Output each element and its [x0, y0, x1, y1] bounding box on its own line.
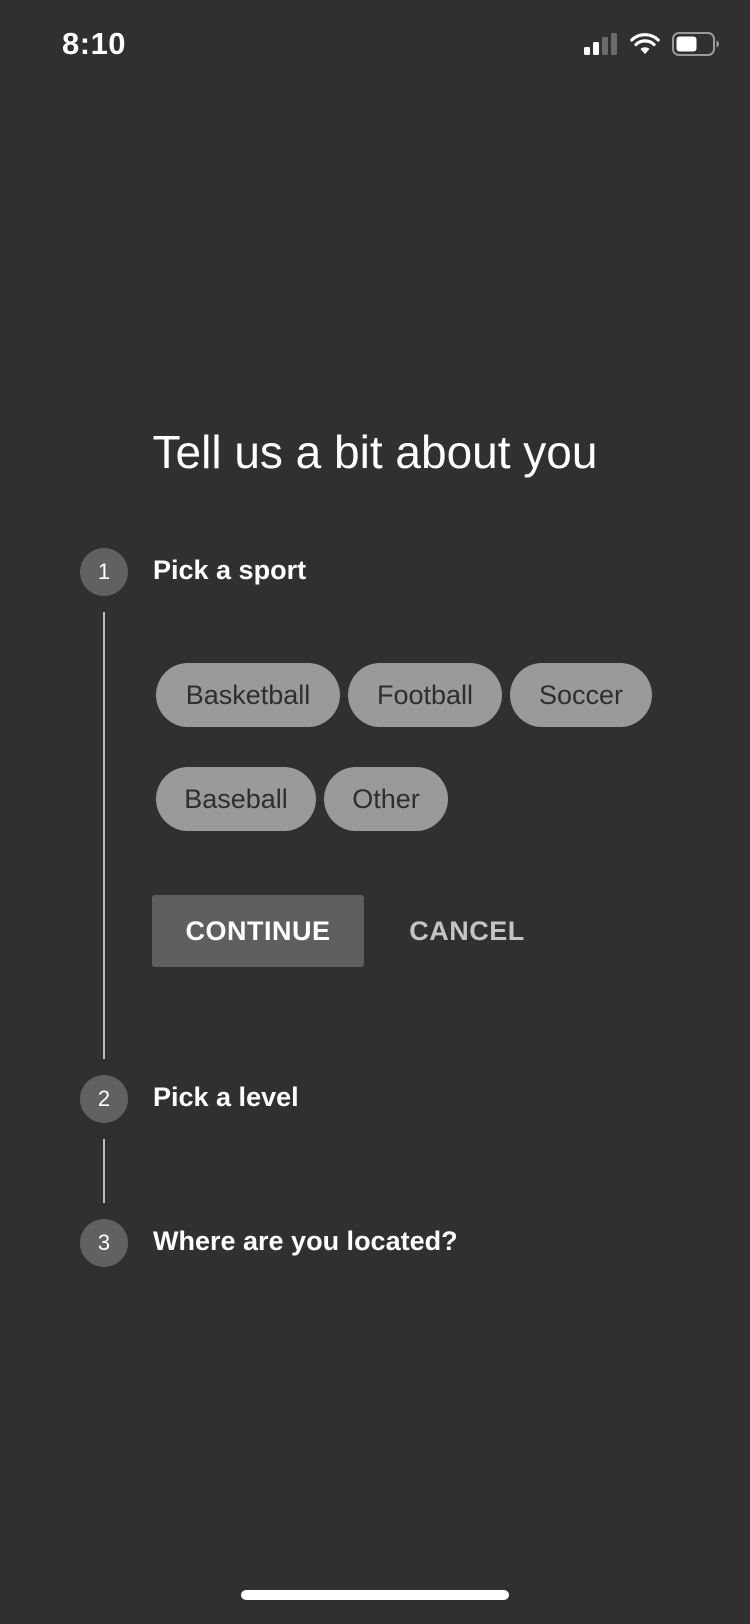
step-1-label[interactable]: Pick a sport: [153, 555, 306, 586]
step-2-label[interactable]: Pick a level: [153, 1082, 299, 1113]
status-bar: 8:10: [0, 0, 750, 94]
step-1-connector: [103, 612, 105, 1059]
status-time: 8:10: [62, 26, 127, 61]
continue-button[interactable]: CONTINUE: [152, 895, 364, 967]
chip-baseball[interactable]: Baseball: [156, 767, 316, 831]
step-2-number: 2: [80, 1075, 128, 1123]
chip-other[interactable]: Other: [324, 767, 448, 831]
wifi-icon: [630, 33, 660, 54]
step-2-connector: [103, 1139, 105, 1203]
chip-basketball[interactable]: Basketball: [156, 663, 340, 727]
page-title: Tell us a bit about you: [152, 426, 598, 478]
status-icons: [584, 32, 720, 56]
chip-soccer[interactable]: Soccer: [510, 663, 652, 727]
chip-football[interactable]: Football: [348, 663, 502, 727]
cancel-button[interactable]: CANCEL: [392, 895, 542, 967]
step-3-label[interactable]: Where are you located?: [153, 1226, 458, 1257]
step-1-number: 1: [80, 548, 128, 596]
cellular-signal-icon: [584, 33, 617, 55]
battery-icon: [672, 32, 719, 56]
home-indicator[interactable]: [241, 1590, 509, 1600]
step-3-number: 3: [80, 1219, 128, 1267]
